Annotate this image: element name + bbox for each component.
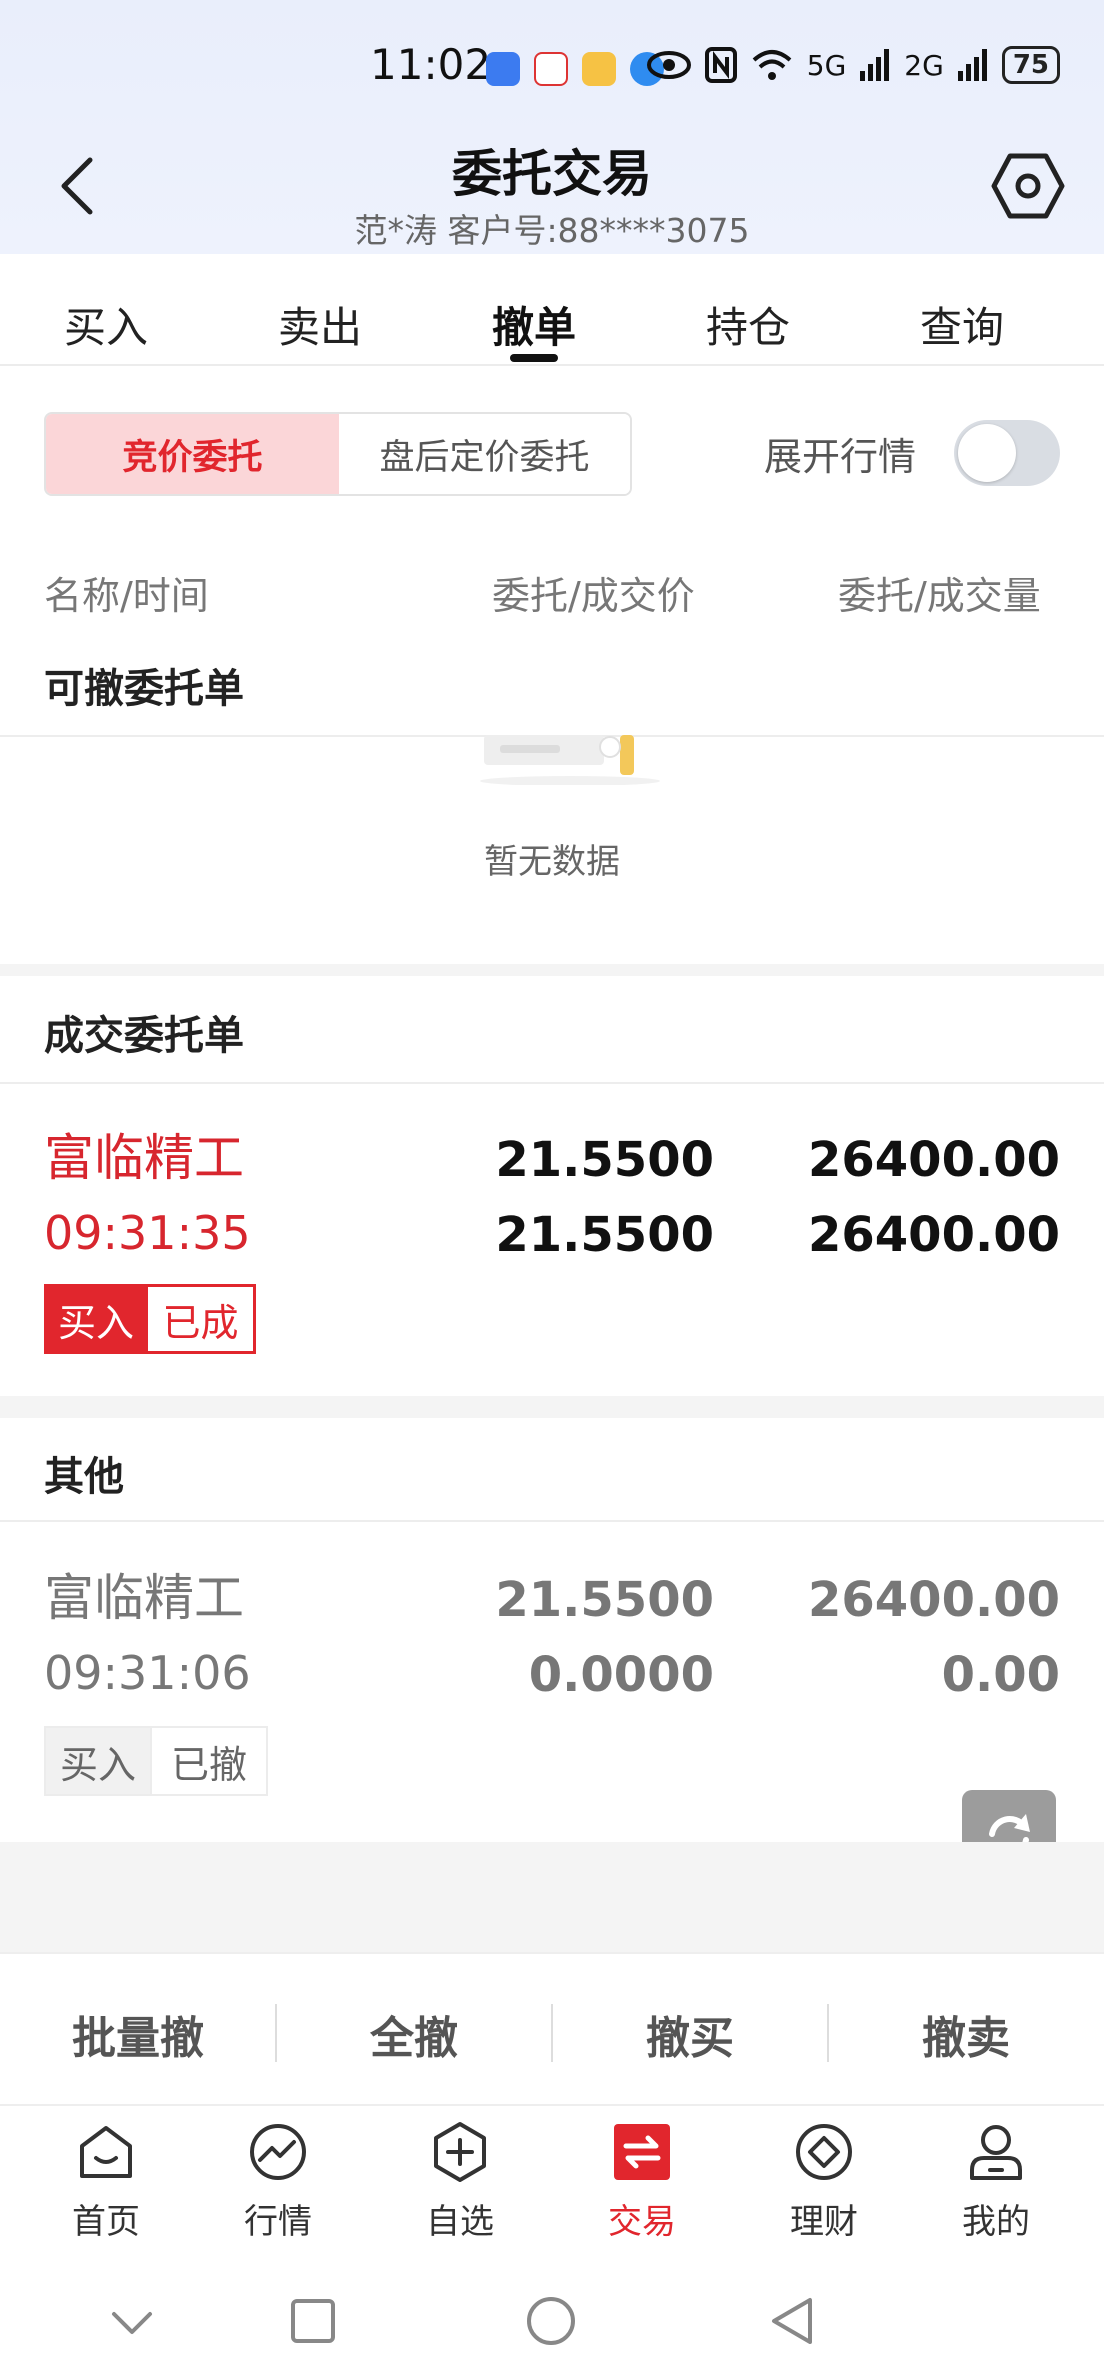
- signal-2g-label: 2G: [904, 48, 944, 82]
- divider: [0, 1082, 1104, 1084]
- entrust-quantity: 26400.00: [807, 1572, 1060, 1628]
- battery-indicator: 75: [1001, 46, 1060, 84]
- bottom-navigation: 首页 行情 自选 交易 理财 我的: [0, 2104, 1104, 2264]
- cancel-buy-button[interactable]: 撤买: [552, 2002, 828, 2066]
- order-time: 09:31:35: [44, 1206, 251, 1260]
- signal-5g-label: 5G: [806, 48, 847, 82]
- active-tab-indicator: [510, 354, 558, 362]
- nav-label: 交易: [608, 2202, 676, 2242]
- nav-watchlist[interactable]: 自选: [380, 2120, 540, 2243]
- cancel-sell-button[interactable]: 撤卖: [828, 2002, 1104, 2066]
- home-icon: [80, 2126, 132, 2178]
- order-status-badge: 买入 已撤: [44, 1726, 268, 1796]
- user-icon: [970, 2125, 1022, 2180]
- section-title-other: 其他: [44, 1454, 124, 1500]
- section-title-cancelable: 可撤委托单: [44, 666, 244, 712]
- wifi-icon: [752, 50, 792, 80]
- segment-after-hours-entrust[interactable]: 盘后定价委托: [339, 414, 630, 494]
- bank-app-icon: [534, 52, 568, 86]
- toggle-knob: [958, 424, 1016, 482]
- nav-label: 我的: [962, 2202, 1030, 2242]
- nav-profile[interactable]: 我的: [916, 2120, 1076, 2243]
- deal-quantity: 0.00: [941, 1647, 1060, 1703]
- expand-quotes-label: 展开行情: [764, 435, 917, 479]
- order-time: 09:31:06: [44, 1646, 251, 1700]
- collapse-chevron-icon[interactable]: [110, 2310, 154, 2336]
- cancel-action-bar: 批量撤 全撤 撤买 撤卖: [0, 1952, 1104, 2104]
- section-title-filled: 成交委托单: [44, 1013, 244, 1059]
- status-bar: 11:02 5G 2G 75: [0, 0, 1104, 130]
- recents-square-icon[interactable]: [290, 2298, 336, 2344]
- nav-label: 理财: [790, 2202, 858, 2242]
- nav-label: 自选: [426, 2202, 494, 2242]
- chart-icon: [250, 2124, 306, 2180]
- expand-quotes-toggle[interactable]: [954, 420, 1060, 486]
- tab-positions[interactable]: 持仓: [706, 294, 790, 355]
- back-triangle-icon[interactable]: [770, 2296, 814, 2346]
- empty-state-text: 暂无数据: [484, 842, 620, 882]
- stock-name: 富临精工: [44, 1129, 244, 1187]
- status-badge: 已成: [148, 1284, 256, 1354]
- nfc-icon: [704, 47, 737, 83]
- tab-buy[interactable]: 买入: [64, 294, 148, 355]
- entrust-type-segment: 竞价委托 盘后定价委托: [44, 412, 632, 496]
- nav-home[interactable]: 首页: [26, 2120, 186, 2243]
- segment-auction-entrust[interactable]: 竞价委托: [46, 414, 339, 494]
- column-header-quantity: 委托/成交量: [838, 574, 1041, 618]
- stock-name: 富临精工: [44, 1569, 244, 1627]
- tab-sell[interactable]: 卖出: [278, 294, 362, 355]
- order-status-badge: 买入 已成: [44, 1284, 256, 1354]
- wealth-icon: [796, 2124, 852, 2180]
- trade-icon: [614, 2124, 670, 2180]
- deal-price: 0.0000: [528, 1647, 714, 1703]
- nav-label: 首页: [72, 2202, 140, 2242]
- side-badge: 买入: [44, 1284, 148, 1354]
- side-badge: 买入: [44, 1726, 152, 1796]
- home-circle-icon[interactable]: [526, 2296, 576, 2346]
- status-time: 11:02: [370, 40, 492, 89]
- page-title: 委托交易: [452, 145, 652, 203]
- entrust-quantity: 26400.00: [807, 1132, 1060, 1188]
- tab-query[interactable]: 查询: [920, 294, 1004, 355]
- deal-price: 21.5500: [495, 1207, 714, 1263]
- batch-cancel-button[interactable]: 批量撤: [0, 2002, 276, 2066]
- nav-market[interactable]: 行情: [198, 2120, 358, 2243]
- delivery-app-icon: [582, 52, 616, 86]
- nav-label: 行情: [244, 2202, 312, 2242]
- nav-wealth[interactable]: 理财: [744, 2120, 904, 2243]
- status-badge: 已撤: [152, 1726, 268, 1796]
- plus-hex-icon: [434, 2122, 486, 2182]
- system-navigation-bar: [0, 2264, 1104, 2376]
- column-header-name-time: 名称/时间: [44, 574, 209, 618]
- voice-app-icon: [486, 52, 520, 86]
- entrust-price: 21.5500: [495, 1132, 714, 1188]
- nav-trade[interactable]: 交易: [562, 2120, 722, 2243]
- content-bottom-gap: [0, 1842, 1104, 1952]
- empty-box-illustration: [480, 735, 660, 785]
- section-gap: [0, 1396, 1104, 1418]
- trade-tabs: 买入 卖出 撤单 持仓 查询: [0, 254, 1104, 366]
- signal-bars-icon: [860, 49, 890, 81]
- account-subtitle: 范*涛 客户号:88****3075: [354, 211, 750, 250]
- settings-hexagon-icon[interactable]: [990, 148, 1066, 224]
- section-gap: [0, 964, 1104, 976]
- signal-bars-icon: [957, 49, 987, 81]
- cancel-all-button[interactable]: 全撤: [276, 2002, 552, 2066]
- entrust-price: 21.5500: [495, 1572, 714, 1628]
- divider: [0, 1520, 1104, 1522]
- eye-icon: [646, 51, 691, 79]
- deal-quantity: 26400.00: [807, 1207, 1060, 1263]
- tab-cancel-order[interactable]: 撤单: [492, 294, 576, 355]
- column-header-price: 委托/成交价: [492, 574, 695, 618]
